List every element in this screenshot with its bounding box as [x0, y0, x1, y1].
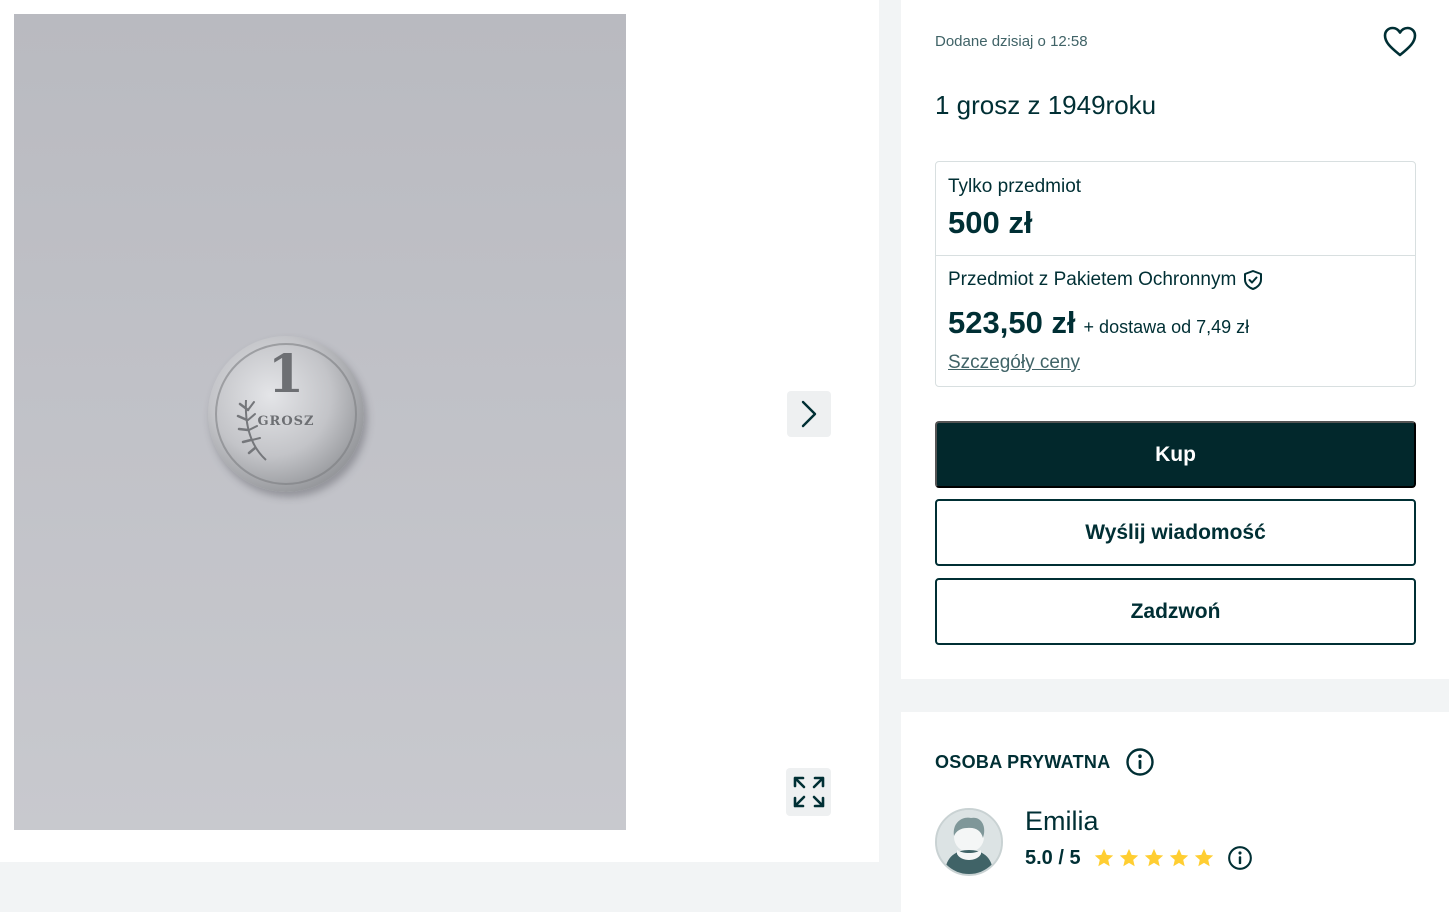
buy-button[interactable]: Kup [935, 421, 1416, 488]
expand-arrows-icon [793, 776, 824, 808]
star-icon [1169, 848, 1188, 867]
seller-name: Emilia [1025, 806, 1099, 836]
heart-outline-icon [1383, 26, 1417, 57]
seller-type-label: OSOBA PRYWATNA [935, 751, 1111, 772]
protection-label-text: Przedmiot z Pakietem Ochronnym [948, 269, 1237, 290]
coin-image: 1 GROSZ [208, 336, 364, 492]
added-date: Dodane dzisiaj o 12:58 [935, 33, 1088, 50]
item-only-section: Tylko przedmiot 500 zł [936, 162, 1415, 256]
star-icon [1119, 848, 1138, 867]
item-only-price: 500 zł [948, 205, 1033, 240]
fullscreen-button[interactable] [786, 768, 831, 816]
user-avatar-icon [937, 810, 1001, 874]
rating-info-icon[interactable] [1227, 845, 1253, 871]
shield-check-icon [1244, 270, 1263, 290]
protection-label: Przedmiot z Pakietem Ochronnym [948, 269, 1264, 291]
star-icon [1194, 848, 1213, 867]
coin-word: GROSZ [257, 414, 315, 429]
seller-panel: OSOBA PRYWATNA Emilia 5.0 / 5 [901, 712, 1449, 912]
star-icon [1144, 848, 1163, 867]
rating-value: 5.0 / 5 [1025, 846, 1081, 869]
coin-numeral: 1 [267, 344, 305, 405]
favorite-button[interactable] [1382, 24, 1418, 60]
delivery-text: + dostawa od 7,49 zł [1083, 317, 1250, 337]
offer-title: 1 grosz z 1949roku [935, 90, 1157, 120]
info-icon[interactable] [1125, 747, 1155, 777]
send-message-button[interactable]: Wyślij wiadomość [935, 499, 1416, 566]
offer-panel: Dodane dzisiaj o 12:58 1 grosz z 1949rok… [901, 0, 1449, 679]
gallery-panel: 1 GROSZ [0, 0, 879, 862]
rating-stars [1093, 847, 1215, 869]
coin-wreath-icon [236, 399, 267, 461]
price-box: Tylko przedmiot 500 zł Przedmiot z Pakie… [935, 161, 1416, 387]
next-photo-button[interactable] [787, 391, 831, 437]
call-button[interactable]: Zadzwoń [935, 578, 1416, 645]
seller-type: OSOBA PRYWATNA [935, 747, 1155, 777]
price-details-link[interactable]: Szczegóły ceny [948, 352, 1080, 374]
chevron-right-icon [801, 400, 817, 428]
seller-avatar[interactable] [935, 808, 1003, 876]
item-only-label: Tylko przedmiot [948, 176, 1082, 197]
protection-price: 523,50 zł [948, 305, 1076, 340]
star-icon [1094, 848, 1113, 867]
protection-price-row: 523,50 zł + dostawa od 7,49 zł [948, 305, 1249, 341]
seller-rating: 5.0 / 5 [1025, 845, 1253, 871]
offer-photo[interactable]: 1 GROSZ [14, 14, 626, 830]
